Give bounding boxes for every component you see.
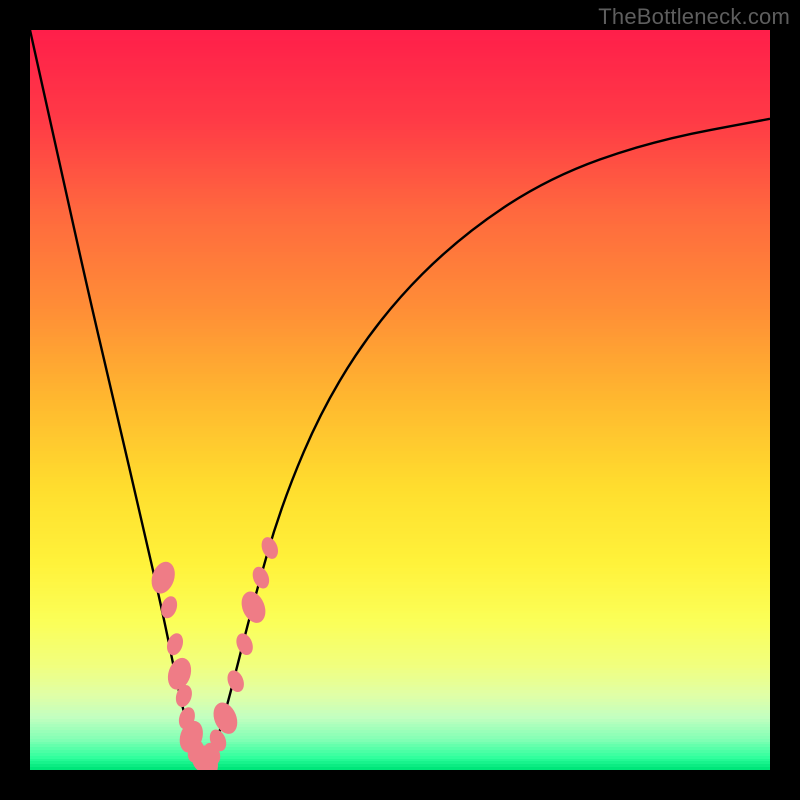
bottleneck-curve bbox=[30, 30, 770, 764]
highlight-bead bbox=[250, 564, 273, 591]
highlight-bead bbox=[158, 594, 179, 620]
highlight-bead bbox=[233, 631, 256, 658]
highlight-beads-group bbox=[148, 535, 281, 770]
highlight-bead bbox=[224, 668, 247, 695]
highlight-bead bbox=[164, 655, 195, 693]
chart-frame: TheBottleneck.com bbox=[0, 0, 800, 800]
highlight-bead bbox=[237, 588, 270, 626]
plot-area bbox=[30, 30, 770, 770]
highlight-bead bbox=[259, 535, 282, 562]
curve-layer bbox=[30, 30, 770, 770]
watermark-text: TheBottleneck.com bbox=[598, 4, 790, 30]
